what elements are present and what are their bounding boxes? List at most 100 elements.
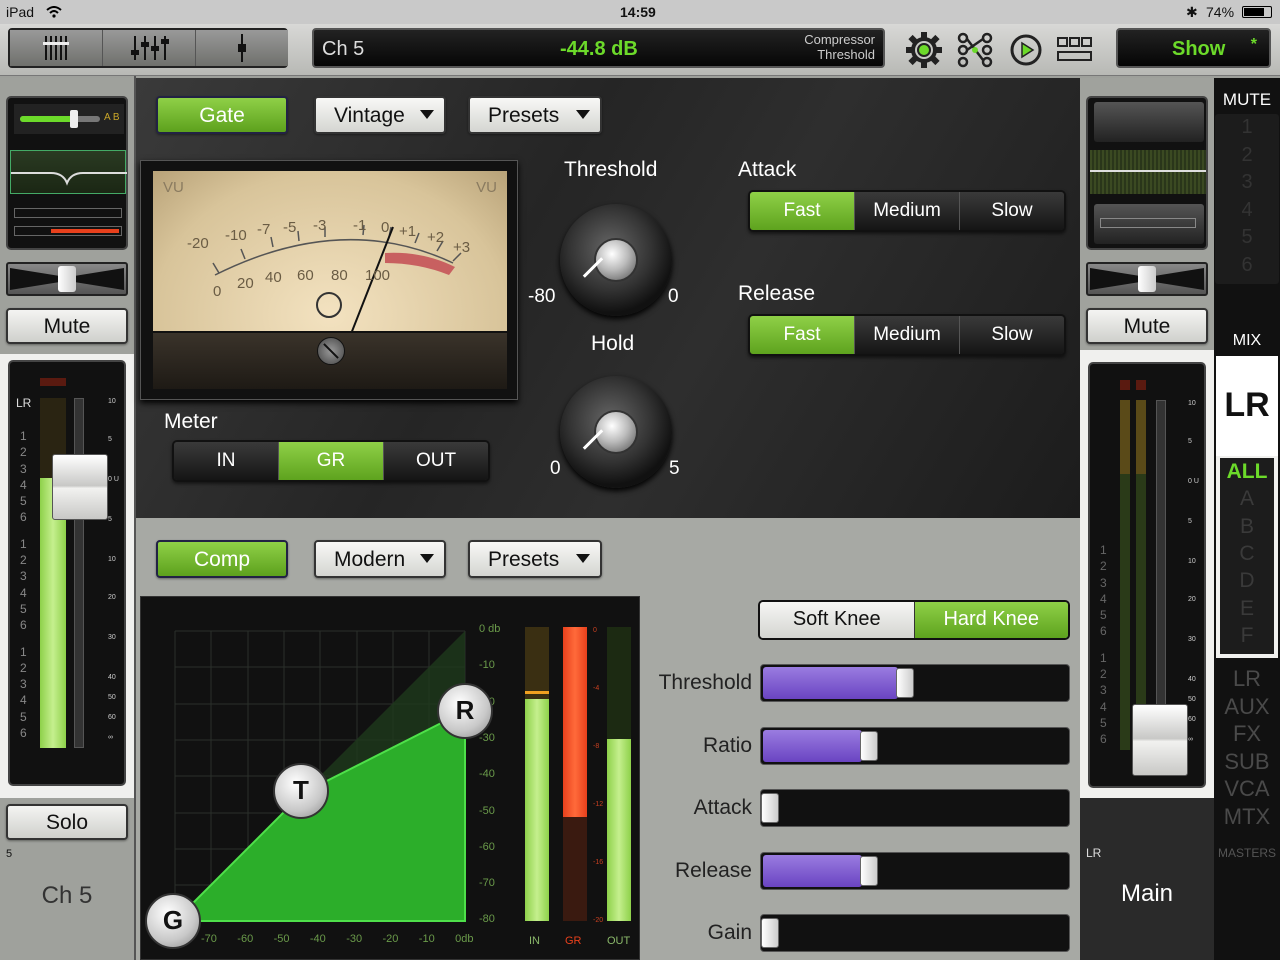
meter-selector[interactable]: IN GR OUT <box>172 440 490 482</box>
view-group-item[interactable]: C <box>1220 542 1274 566</box>
view-group-item[interactable]: E <box>1220 597 1274 621</box>
bus-type-item[interactable]: MTX <box>1215 804 1279 830</box>
group-number: 6 <box>20 726 27 741</box>
view-group-item[interactable]: A <box>1220 487 1274 511</box>
routing-button[interactable] <box>955 30 995 70</box>
gain-handle[interactable]: G <box>145 893 201 949</box>
comp-presets-dropdown[interactable]: Presets <box>468 540 602 578</box>
gate-attack-selector[interactable]: Fast Medium Slow <box>748 190 1066 232</box>
master-eq-mini <box>1090 150 1206 194</box>
slider-thumb[interactable] <box>761 918 779 948</box>
bus-type-item[interactable]: LR <box>1215 666 1279 692</box>
mixer-view-button[interactable] <box>10 30 103 66</box>
playback-button[interactable] <box>1006 30 1046 70</box>
mute-group-list: 1 2 3 4 5 6 <box>1215 114 1279 284</box>
gate-model-dropdown[interactable]: Vintage <box>314 96 446 134</box>
single-fader-view-button[interactable] <box>196 30 288 66</box>
fader-well[interactable]: LR 123456123456123456 10 5 0 U 5 10 20 30 40 50 6… <box>8 360 126 786</box>
comp-param-slider[interactable] <box>760 789 1070 827</box>
view-group-item[interactable]: F <box>1220 624 1274 648</box>
group-number: 4 <box>20 477 27 492</box>
masters-label[interactable]: MASTERS <box>1214 846 1280 860</box>
bus-type-item[interactable]: SUB <box>1215 749 1279 775</box>
master-overview[interactable] <box>1086 96 1208 250</box>
slider-thumb[interactable] <box>860 855 878 886</box>
bus-type-item[interactable]: FX <box>1215 721 1279 747</box>
mute-group-item[interactable]: 2 <box>1215 144 1279 167</box>
mute-button[interactable]: Mute <box>6 308 128 344</box>
scale-tick-label: 60 <box>108 714 116 721</box>
slider-thumb[interactable] <box>761 793 779 823</box>
scale-tick-label: 50 <box>1188 696 1196 703</box>
left-channel-strip: A B Mute LR 123456123456123456 10 5 0 U 5 10… <box>0 78 134 960</box>
gate-threshold-knob[interactable] <box>560 204 672 316</box>
attack-option-slow[interactable]: Slow <box>960 192 1064 230</box>
release-option-fast[interactable]: Fast <box>750 316 855 354</box>
master-strip: Mute 123456123456 10 5 0 U 5 10 20 30 40 50 60 ∞ L… <box>1080 78 1214 960</box>
solo-button[interactable]: Solo <box>6 804 128 840</box>
master-name[interactable]: Main <box>1080 880 1214 908</box>
master-bus-label: LR <box>1086 846 1102 860</box>
pan-slider[interactable] <box>6 262 128 296</box>
view-selector[interactable] <box>8 28 288 68</box>
selected-bus-indicator[interactable]: LR <box>1216 356 1278 456</box>
gate-release-selector[interactable]: Fast Medium Slow <box>748 314 1066 356</box>
view-group-item[interactable]: ALL <box>1220 460 1274 484</box>
master-fader-thumb[interactable] <box>1132 704 1188 776</box>
comp-model-dropdown[interactable]: Modern <box>314 540 446 578</box>
layout-button[interactable] <box>1056 30 1096 70</box>
attack-option-fast[interactable]: Fast <box>750 192 855 230</box>
ab-label: A B <box>104 112 120 123</box>
slider-thumb[interactable] <box>860 730 878 761</box>
comp-param-slider[interactable] <box>760 726 1070 765</box>
pan-thumb[interactable] <box>58 266 76 292</box>
meter-option-gr[interactable]: GR <box>279 442 384 480</box>
channel-number: 5 <box>6 848 13 860</box>
channel-overview[interactable]: A B <box>6 96 128 250</box>
bus-type-item[interactable]: VCA <box>1215 776 1279 802</box>
grid-icon <box>1057 37 1092 61</box>
group-number: 4 <box>1100 699 1107 714</box>
comp-param-slider[interactable] <box>760 664 1070 702</box>
mute-group-item[interactable]: 4 <box>1215 199 1279 222</box>
mute-group-item[interactable]: 1 <box>1215 116 1279 139</box>
master-mute-button[interactable]: Mute <box>1086 308 1208 344</box>
gate-toggle[interactable]: Gate <box>156 96 288 134</box>
threshold-handle[interactable]: T <box>273 763 329 819</box>
comp-param-slider[interactable] <box>760 851 1070 890</box>
channel-name[interactable]: Ch 5 <box>0 882 134 910</box>
mute-group-item[interactable]: 5 <box>1215 226 1279 249</box>
soft-knee-option[interactable]: Soft Knee <box>760 602 915 638</box>
attack-option-medium[interactable]: Medium <box>855 192 960 230</box>
graph-y-label: -70 <box>479 877 495 890</box>
meter-option-in[interactable]: IN <box>174 442 279 480</box>
graph-x-label: -10 <box>418 933 435 945</box>
hard-knee-option[interactable]: Hard Knee <box>914 602 1068 638</box>
fader-thumb[interactable] <box>52 454 108 520</box>
view-group-item[interactable]: B <box>1220 515 1274 539</box>
compressor-graph[interactable]: 0 db -10 -20 -30 -40 -50 -60 -70 -80 -70 -60 -50 -4… <box>140 596 640 960</box>
faders-view-button[interactable] <box>103 30 196 66</box>
group-number: 3 <box>20 569 27 584</box>
show-button[interactable]: Show * <box>1116 28 1271 68</box>
mute-group-item[interactable]: 6 <box>1215 254 1279 277</box>
bus-type-item[interactable]: AUX <box>1215 694 1279 720</box>
slider-thumb[interactable] <box>896 668 914 698</box>
ratio-handle[interactable]: R <box>437 683 493 739</box>
master-fader-well[interactable]: 123456123456 10 5 0 U 5 10 20 30 40 50 60 ∞ <box>1088 362 1206 788</box>
meter-option-out[interactable]: OUT <box>384 442 488 480</box>
settings-button[interactable] <box>904 30 944 70</box>
release-option-slow[interactable]: Slow <box>960 316 1064 354</box>
release-option-medium[interactable]: Medium <box>855 316 960 354</box>
knee-selector[interactable]: Soft Knee Hard Knee <box>758 600 1070 640</box>
gate-presets-dropdown[interactable]: Presets <box>468 96 602 134</box>
gate-hold-knob[interactable] <box>560 376 672 488</box>
master-balance-slider[interactable] <box>1086 262 1208 296</box>
display-channel: Ch 5 <box>322 38 365 60</box>
comp-toggle[interactable]: Comp <box>156 540 288 578</box>
mute-group-item[interactable]: 3 <box>1215 171 1279 194</box>
balance-thumb[interactable] <box>1138 266 1156 292</box>
view-group-item[interactable]: D <box>1220 569 1274 593</box>
comp-param-slider[interactable] <box>760 914 1070 952</box>
gate-threshold-label: Threshold <box>564 158 658 181</box>
